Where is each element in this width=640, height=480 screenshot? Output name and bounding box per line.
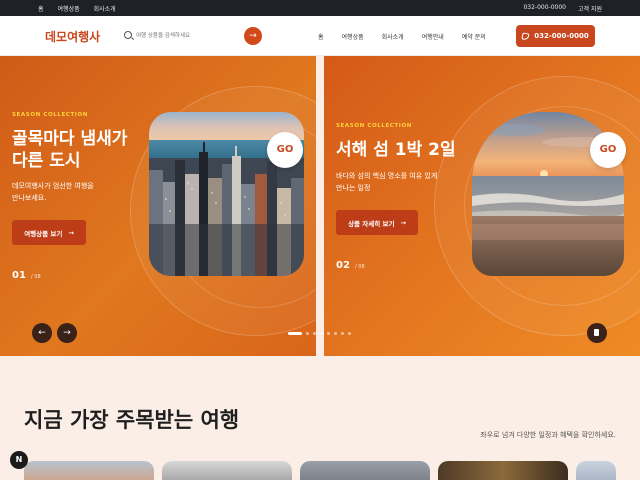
slide-counter: 02 / 08 — [336, 253, 365, 272]
go-button[interactable]: GO — [590, 132, 626, 168]
slide-title: 서해 섬 1박 2일 — [336, 140, 456, 160]
pagination-dot-6[interactable] — [334, 332, 337, 335]
slide-description-line: 바다와 섬의 핵심 명소를 여유 있게 — [336, 172, 438, 180]
search-input[interactable] — [136, 29, 244, 43]
utility-link-home[interactable]: 홈 — [38, 4, 44, 13]
pagination-dot-5[interactable] — [327, 332, 330, 335]
floating-action-button[interactable]: N — [10, 451, 28, 469]
nav-item-about[interactable]: 회사소개 — [382, 32, 404, 41]
pagination-dot-3[interactable] — [313, 332, 316, 335]
cta-label: 상품 자세히 보기 — [348, 219, 395, 228]
utility-link-about[interactable]: 회사소개 — [94, 4, 116, 13]
utility-phone[interactable]: 032-000-0000 — [523, 4, 566, 13]
slide-description-line: 만나는 일정 — [336, 184, 371, 192]
arrow-left-icon: ← — [38, 328, 46, 338]
pagination-dot-2[interactable] — [306, 332, 309, 335]
trip-card-2[interactable] — [162, 461, 292, 480]
pagination-dot-4[interactable] — [320, 332, 323, 335]
pagination-dot-7[interactable] — [341, 332, 344, 335]
arrow-right-icon: → — [400, 218, 406, 227]
cta-label: 여행상품 보기 — [24, 229, 63, 238]
slide-eyebrow: SEASON COLLECTION — [336, 123, 412, 129]
trip-card-3[interactable] — [300, 461, 430, 480]
nav-item-reservation[interactable]: 예약 문의 — [462, 32, 486, 41]
slide-counter-total: / 08 — [355, 264, 365, 270]
nav-item-home[interactable]: 홈 — [318, 32, 324, 41]
next-slide-button[interactable]: → — [57, 323, 77, 343]
slide-counter-total: / 08 — [31, 274, 41, 280]
slide-description-line: 만나보세요. — [12, 194, 47, 202]
hero-slide-2: SEASON COLLECTION 서해 섬 1박 2일 바다와 섬의 핵심 명… — [324, 56, 640, 356]
section-title: 지금 가장 주목받는 여행 — [24, 408, 240, 432]
slide-eyebrow: SEASON COLLECTION — [12, 112, 88, 118]
arrow-right-icon: → — [63, 328, 71, 338]
call-button[interactable]: 032-000-0000 — [516, 25, 595, 47]
nav-item-guide[interactable]: 여행안내 — [422, 32, 444, 41]
utility-link-products[interactable]: 여행상품 — [58, 4, 80, 13]
slide-description: 바다와 섬의 핵심 명소를 여유 있게 만나는 일정 — [336, 170, 437, 194]
slide-counter-current: 01 — [12, 270, 26, 281]
nav-item-products[interactable]: 여행상품 — [342, 32, 364, 41]
trip-card-list — [24, 461, 616, 480]
trip-card-1[interactable] — [24, 461, 154, 480]
hero-slide-1: SEASON COLLECTION 골목마다 냄새가 다른 도시 데모여행사가 … — [0, 56, 316, 356]
pause-autoplay-button[interactable] — [587, 323, 607, 343]
section-description: 좌우로 넘겨 다양한 일정과 혜택을 확인하세요. — [480, 431, 616, 439]
go-button[interactable]: GO — [267, 132, 303, 168]
utility-bar: 홈 여행상품 회사소개 032-000-0000 고객 지원 — [0, 0, 640, 16]
prev-slide-button[interactable]: ← — [32, 323, 52, 343]
utility-support-link[interactable]: 고객 지원 — [578, 4, 602, 13]
pagination-dot-1[interactable] — [288, 332, 302, 335]
slide-title-line: 골목마다 냄새가 — [12, 129, 128, 149]
site-logo[interactable]: 데모여행사 — [45, 28, 100, 45]
search-submit-button[interactable]: → — [244, 27, 262, 45]
search-box: → — [118, 25, 266, 47]
view-products-button[interactable]: 여행상품 보기 → — [12, 220, 86, 245]
slide-counter-current: 02 — [336, 260, 350, 271]
slide-title: 골목마다 냄새가 다른 도시 — [12, 128, 127, 172]
utility-contact: 032-000-0000 고객 지원 — [523, 4, 602, 13]
utility-links: 홈 여행상품 회사소개 — [38, 4, 116, 13]
slide-pagination — [288, 332, 351, 335]
view-details-button[interactable]: 상품 자세히 보기 → — [336, 210, 418, 235]
slide-description-line: 데모여행사가 엄선한 여행을 — [12, 182, 94, 190]
arrow-right-icon: → — [68, 228, 74, 237]
slide-description: 데모여행사가 엄선한 여행을 만나보세요. — [12, 180, 94, 204]
trip-card-4[interactable] — [438, 461, 568, 480]
pagination-dot-8[interactable] — [348, 332, 351, 335]
main-nav: 홈 여행상품 회사소개 여행안내 예약 문의 — [318, 32, 486, 41]
slide-title-line: 다른 도시 — [12, 151, 81, 171]
phone-icon — [521, 31, 530, 41]
trip-card-5[interactable] — [576, 461, 616, 480]
slide-counter: 01 / 08 — [12, 263, 41, 282]
search-icon — [124, 31, 132, 39]
site-header: 데모여행사 → 홈 여행상품 회사소개 여행안내 예약 문의 032-000-0… — [0, 16, 640, 56]
call-button-label: 032-000-0000 — [534, 32, 589, 40]
arrow-right-icon: → — [249, 31, 257, 41]
